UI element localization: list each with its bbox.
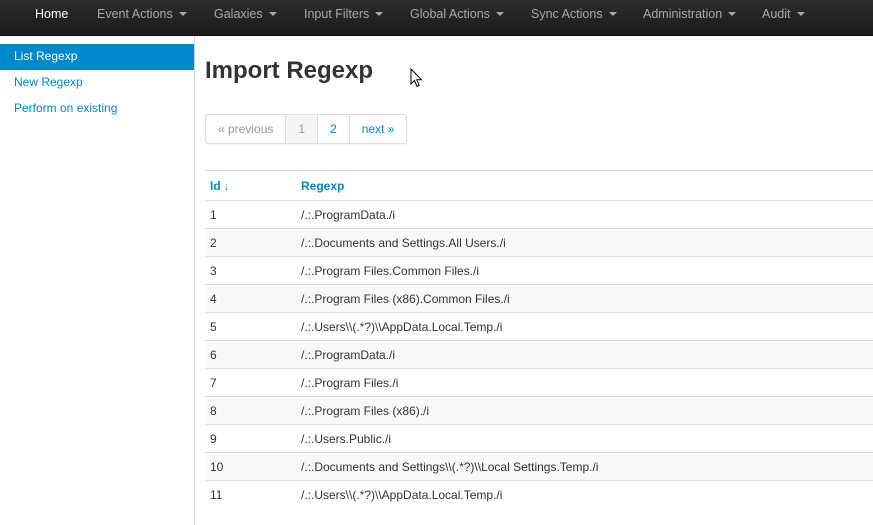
pagination-page-1: 1 <box>286 115 319 143</box>
chevron-down-icon <box>268 11 277 16</box>
sidebar-item-label: List Regexp <box>14 49 78 63</box>
table-row: 6/.:.ProgramData./i <box>205 340 873 369</box>
nav-event-actions[interactable]: Event Actions <box>97 0 187 30</box>
nav-administration[interactable]: Administration <box>643 0 737 30</box>
cell-regexp: /.:.Users\\(.*?)\\AppData.Local.Temp./i <box>296 480 873 509</box>
sidebar-item-new-regexp[interactable]: New Regexp <box>0 70 194 96</box>
cell-id: 9 <box>205 424 296 453</box>
cell-regexp: /.:.Users.Public./i <box>296 424 873 453</box>
column-header-regexp-label: Regexp <box>301 178 345 193</box>
sidebar-item-label: Perform on existing <box>14 101 118 115</box>
table-row: 3/.:.Program Files.Common Files./i <box>205 256 873 285</box>
cell-id: 11 <box>205 480 296 509</box>
table-row: 1/.:.ProgramData./i <box>205 200 873 229</box>
table-row: 7/.:.Program Files./i <box>205 368 873 397</box>
pagination-page-2[interactable]: 2 <box>318 115 350 143</box>
mouse-cursor-icon <box>410 68 423 88</box>
chevron-down-icon <box>178 11 187 16</box>
nav-input-filters[interactable]: Input Filters <box>304 0 384 30</box>
cell-id: 8 <box>205 396 296 425</box>
cell-id: 6 <box>205 340 296 369</box>
table-row: 10/.:.Documents and Settings\\(.*?)\\Loc… <box>205 452 873 481</box>
chevron-down-icon <box>608 11 617 16</box>
table-row: 5/.:.Users\\(.*?)\\AppData.Local.Temp./i <box>205 312 873 341</box>
table-row: 2/.:.Documents and Settings.All Users./i <box>205 228 873 257</box>
pagination-next[interactable]: next » <box>350 115 407 143</box>
chevron-down-icon <box>728 11 737 16</box>
cell-id: 3 <box>205 256 296 285</box>
pagination-previous: « previous <box>206 115 287 143</box>
cell-regexp: /.:.ProgramData./i <box>296 340 873 369</box>
cell-id: 4 <box>205 284 296 313</box>
chevron-down-icon <box>495 11 504 16</box>
column-header-regexp[interactable]: Regexp <box>296 170 873 201</box>
cell-regexp: /.:.Program Files (x86).Common Files./i <box>296 284 873 313</box>
nav-galaxies-label: Galaxies <box>214 7 263 21</box>
cell-regexp: /.:.Program Files.Common Files./i <box>296 256 873 285</box>
column-header-id-label: Id <box>210 178 221 193</box>
sort-down-icon: ↓ <box>223 180 230 193</box>
cell-regexp: /.:.Program Files./i <box>296 368 873 397</box>
cell-id: 1 <box>205 200 296 229</box>
page-title: Import Regexp <box>205 57 374 84</box>
column-header-id[interactable]: Id ↓ <box>205 170 296 201</box>
sidebar: List Regexp New Regexp Perform on existi… <box>0 36 195 525</box>
nav-home-label: Home <box>35 7 69 21</box>
nav-galaxies[interactable]: Galaxies <box>214 0 277 30</box>
nav-audit-label: Audit <box>762 7 791 21</box>
top-navbar: Home Event Actions Galaxies Input Filter… <box>0 0 873 36</box>
nav-sync-actions[interactable]: Sync Actions <box>531 0 617 30</box>
sidebar-item-label: New Regexp <box>14 75 83 89</box>
cell-regexp: /.:.Documents and Settings.All Users./i <box>296 228 873 257</box>
cell-id: 5 <box>205 312 296 341</box>
nav-event-actions-label: Event Actions <box>97 7 173 21</box>
chevron-down-icon <box>796 11 805 16</box>
nav-input-filters-label: Input Filters <box>304 7 370 21</box>
cell-id: 10 <box>205 452 296 481</box>
pagination: « previous 1 2 next » <box>205 114 408 144</box>
chevron-down-icon <box>375 11 384 16</box>
nav-administration-label: Administration <box>643 7 723 21</box>
sidebar-item-list-regexp[interactable]: List Regexp <box>0 44 194 70</box>
cell-id: 2 <box>205 228 296 257</box>
table-row: 4/.:.Program Files (x86).Common Files./i <box>205 284 873 313</box>
nav-audit[interactable]: Audit <box>762 0 805 30</box>
cell-regexp: /.:.Documents and Settings\\(.*?)\\Local… <box>296 452 873 481</box>
cell-regexp: /.:.Program Files (x86)./i <box>296 396 873 425</box>
table-row: 11/.:.Users\\(.*?)\\AppData.Local.Temp./… <box>205 480 873 509</box>
nav-global-actions-label: Global Actions <box>410 7 490 21</box>
nav-home[interactable]: Home <box>35 0 68 30</box>
nav-sync-actions-label: Sync Actions <box>531 7 603 21</box>
table-header-row: Id ↓ Regexp <box>205 170 873 201</box>
cell-regexp: /.:.ProgramData./i <box>296 200 873 229</box>
table-row: 9/.:.Users.Public./i <box>205 424 873 453</box>
cell-regexp: /.:.Users\\(.*?)\\AppData.Local.Temp./i <box>296 312 873 341</box>
table-row: 8/.:.Program Files (x86)./i <box>205 396 873 425</box>
cell-id: 7 <box>205 368 296 397</box>
sidebar-item-perform-on-existing[interactable]: Perform on existing <box>0 96 194 122</box>
nav-global-actions[interactable]: Global Actions <box>410 0 504 30</box>
regexp-table: Id ↓ Regexp 1/.:.ProgramData./i 2/.:.Docu… <box>205 170 873 509</box>
